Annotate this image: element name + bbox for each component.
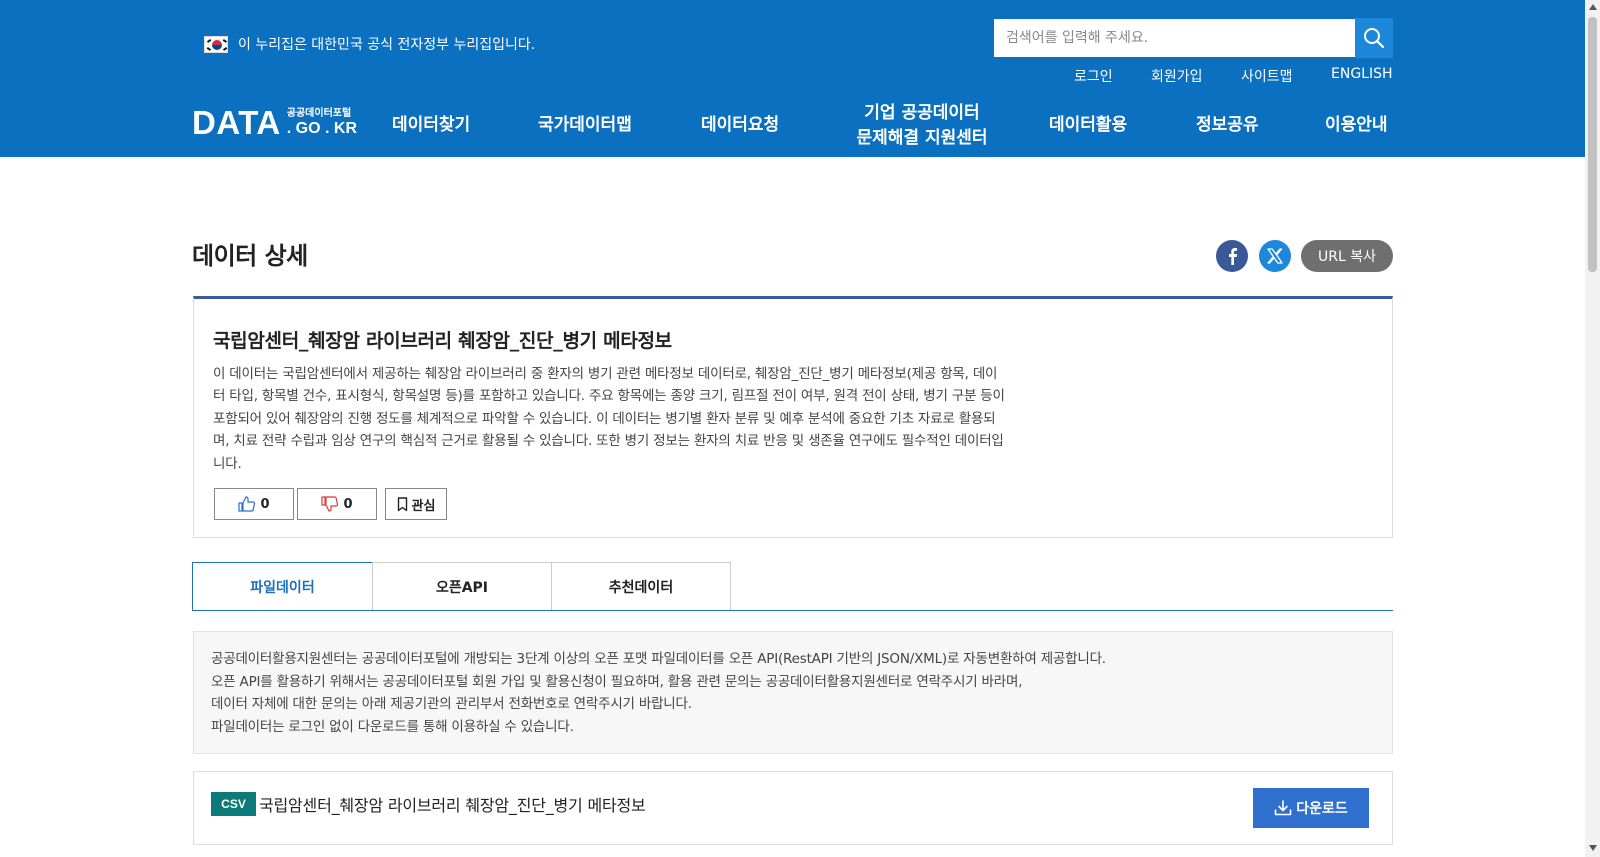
x-icon [1267,248,1283,264]
facebook-share-button[interactable] [1216,240,1248,272]
search-box [993,18,1356,58]
like-button[interactable]: 0 [214,488,294,520]
logo-sub: 공공데이터포털 . GO . KR [287,106,357,138]
page-title: 데이터 상세 [192,242,308,270]
tab-file-data[interactable]: 파일데이터 [192,562,373,611]
login-link[interactable]: 로그인 [1074,66,1113,86]
bookmark-label: 관심 [411,498,436,514]
facebook-icon [1229,248,1237,265]
like-count: 0 [260,496,270,512]
info-line: 데이터 자체에 대한 문의는 아래 제공기관의 관리부서 전화번호로 연락주시기… [211,696,692,713]
bookmark-button[interactable]: 관심 [385,488,447,520]
dislike-button[interactable]: 0 [297,488,377,520]
tab-recommended-data[interactable]: 추천데이터 [551,562,731,611]
gnb-info-share[interactable]: 정보공유 [1196,114,1259,137]
x-share-button[interactable] [1259,240,1291,272]
search-input[interactable] [994,19,1355,57]
gnb-enterprise-line-2: 문제해결 지원센터 [856,128,988,148]
gnb-national-data-map[interactable]: 국가데이터맵 [538,114,632,137]
thumbs-up-icon [238,496,256,512]
logo-sub-big: . GO . KR [286,120,357,137]
download-button[interactable]: 다운로드 [1253,788,1369,828]
description-line: 포함되어 있어 췌장암의 진행 정도를 체계적으로 파악할 수 있습니다. 이 … [213,410,996,427]
gov-notice: 이 누리집은 대한민국 공식 전자정부 누리집입니다. [204,33,535,55]
tab-open-api[interactable]: 오픈API [372,562,552,611]
gov-notice-text: 이 누리집은 대한민국 공식 전자정부 누리집입니다. [238,37,536,53]
url-copy-button[interactable]: URL 복사 [1301,240,1393,272]
site-logo[interactable]: DATA 공공데이터포털 . GO . KR [192,106,357,140]
search-icon [1364,28,1385,49]
dataset-title: 국립암센터_췌장암 라이브러리 췌장암_진단_병기 메타정보 [213,330,672,352]
scrollbar-thumb[interactable] [1588,17,1597,272]
description-line: 터 타입, 항목별 건수, 표시형식, 항목설명 등)를 포함하고 있습니다. … [213,388,1005,405]
dislike-count: 0 [343,496,353,512]
gnb-enterprise-line-1: 기업 공공데이터 [864,103,980,123]
scroll-down-arrow-icon[interactable] [1589,845,1597,851]
description-line: 이 데이터는 국립암센터에서 제공하는 췌장암 라이브러리 중 환자의 병기 관… [213,366,998,382]
sitemap-link[interactable]: 사이트맵 [1241,66,1293,86]
scroll-up-arrow-icon[interactable] [1589,4,1597,10]
dataset-description: 이 데이터는 국립암센터에서 제공하는 췌장암 라이브러리 중 환자의 병기 관… [213,363,1103,475]
info-line: 오픈 API를 활용하기 위해서는 공공데이터포털 회원 가입 및 활용신청이 … [211,673,1023,690]
download-label: 다운로드 [1296,801,1348,817]
gnb-enterprise-support[interactable]: 기업 공공데이터 문제해결 지원센터 [848,102,1078,150]
description-line: 며, 치료 전략 수립과 임상 연구의 핵심적 근거로 활용될 수 있습니다. … [213,433,1004,450]
thumbs-down-icon [321,496,339,512]
description-line: 니다. [213,455,242,472]
korea-flag-icon [204,35,228,53]
gnb-find-data[interactable]: 데이터찾기 [392,114,470,137]
gnb-guide[interactable]: 이용안내 [1325,114,1388,137]
logo-sub-small: 공공데이터포털 [286,108,352,119]
info-line: 파일데이터는 로그인 없이 다운로드를 통해 이용하실 수 있습니다. [211,718,574,735]
info-line: 공공데이터활용지원센터는 공공데이터포털에 개방되는 3단계 이상의 오픈 포맷… [211,651,1106,667]
file-data-info-box: 공공데이터활용지원센터는 공공데이터포털에 개방되는 3단계 이상의 오픈 포맷… [193,631,1393,754]
gnb-data-utilization[interactable]: 데이터활용 [1049,114,1127,137]
data-detail-box: 국립암센터_췌장암 라이브러리 췌장암_진단_병기 메타정보 이 데이터는 국립… [193,296,1393,538]
bookmark-icon [397,496,407,511]
file-list-item: CSV 국립암센터_췌장암 라이브러리 췌장암_진단_병기 메타정보 다운로드 [193,771,1393,845]
logo-main-text: DATA [192,104,281,141]
english-link[interactable]: ENGLISH [1331,66,1393,82]
site-header: 이 누리집은 대한민국 공식 전자정부 누리집입니다. 로그인 회원가입 사이트… [0,0,1585,157]
file-title[interactable]: 국립암센터_췌장암 라이브러리 췌장암_진단_병기 메타정보 [259,792,646,816]
download-icon [1274,800,1292,816]
gnb-data-request[interactable]: 데이터요청 [701,114,779,137]
page-scrollbar[interactable] [1585,0,1600,857]
tab-underline [192,610,1393,611]
search-button[interactable] [1355,18,1393,58]
signup-link[interactable]: 회원가입 [1151,66,1203,86]
file-format-badge: CSV [211,792,256,816]
